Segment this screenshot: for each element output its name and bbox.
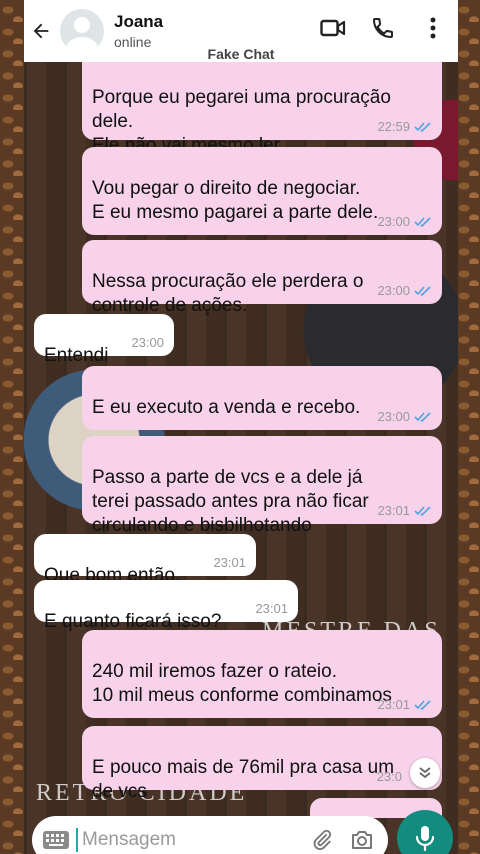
message-text: Entendi [44, 345, 109, 366]
read-ticks-icon [414, 700, 431, 710]
message-time: 23:00 [131, 335, 164, 350]
arrow-left-icon[interactable] [24, 11, 58, 51]
message-text: Passo a parte de vcs e a dele já terei p… [92, 467, 369, 536]
message-meta: 23:00 [131, 336, 164, 350]
message-incoming[interactable]: Entendi 23:00 [34, 314, 174, 366]
read-ticks-icon [414, 122, 431, 132]
message-meta: 23:00 [377, 284, 432, 298]
read-ticks-icon [414, 412, 431, 422]
message-time: 22:59 [377, 119, 410, 134]
video-camera-icon[interactable] [308, 8, 358, 48]
message-outgoing[interactable]: Porque eu pegarei uma procuração dele. E… [82, 62, 442, 156]
message-outgoing[interactable]: Vou pegar o direito de negociar. E eu me… [82, 147, 442, 235]
message-time: 23:01 [377, 697, 410, 712]
double-chevron-down-icon[interactable] [410, 758, 440, 788]
message-time: 23:01 [213, 555, 246, 570]
message-outgoing[interactable]: Nessa procuração ele perdera o controle … [82, 240, 442, 316]
camera-icon[interactable] [342, 820, 382, 854]
more-vertical-icon[interactable] [408, 8, 458, 48]
background-coffee-beans-left [0, 0, 24, 854]
message-meta: 23:01 [377, 698, 432, 712]
message-outgoing[interactable]: E pouco mais de 76mil pra casa um de vcs… [82, 726, 442, 802]
message-outgoing[interactable]: 240 mil iremos fazer o rateio. 10 mil me… [82, 630, 442, 718]
paperclip-icon[interactable] [302, 820, 342, 854]
message-meta: 22:59 [377, 120, 432, 134]
message-meta: 23:01 [255, 602, 288, 616]
contact-info[interactable]: Joana online [114, 12, 163, 50]
read-ticks-icon [414, 217, 431, 227]
message-input[interactable]: Mensagem [76, 828, 302, 852]
microphone-icon[interactable] [397, 810, 453, 854]
message-meta: 23:00 [377, 410, 432, 424]
message-outgoing[interactable]: Passo a parte de vcs e a dele já terei p… [82, 436, 442, 536]
message-text: E eu executo a venda e recebo. [92, 397, 361, 418]
message-time: 23:01 [377, 503, 410, 518]
phone-icon[interactable] [358, 8, 408, 48]
message-composer: Mensagem [32, 816, 388, 854]
chat-screen: Joana online Fake Chat MESTRE DAS RETRO … [24, 0, 458, 854]
message-meta: 23:0 [377, 770, 402, 784]
message-text: Vou pegar o direito de negociar. E eu me… [92, 178, 379, 223]
contact-name: Joana [114, 12, 164, 31]
message-incoming[interactable]: Que bom então. 23:01 [34, 534, 256, 586]
message-time: 23:00 [377, 214, 410, 229]
message-time: 23:0 [376, 769, 402, 784]
keyboard-icon[interactable] [42, 830, 70, 850]
message-text: E quanto ficará isso? [44, 611, 222, 632]
message-meta: 23:01 [377, 504, 432, 518]
message-text: Nessa procuração ele perdera o controle … [92, 271, 364, 316]
app-label: Fake Chat [207, 46, 275, 62]
read-ticks-icon [414, 286, 431, 296]
read-ticks-icon [414, 506, 431, 516]
message-time: 23:00 [377, 409, 410, 424]
message-time: 23:01 [255, 601, 288, 616]
message-text: 240 mil iremos fazer o rateio. 10 mil me… [92, 661, 392, 706]
message-meta: 23:00 [377, 215, 432, 229]
message-time: 23:00 [377, 283, 410, 298]
message-incoming[interactable]: E quanto ficará isso? 23:01 [34, 580, 298, 632]
message-text: Porque eu pegarei uma procuração dele. E… [92, 87, 391, 156]
message-outgoing[interactable]: E eu executo a venda e recebo. 23:00 [82, 366, 442, 430]
background-coffee-beans-right [456, 0, 480, 854]
message-meta: 23:01 [213, 556, 246, 570]
